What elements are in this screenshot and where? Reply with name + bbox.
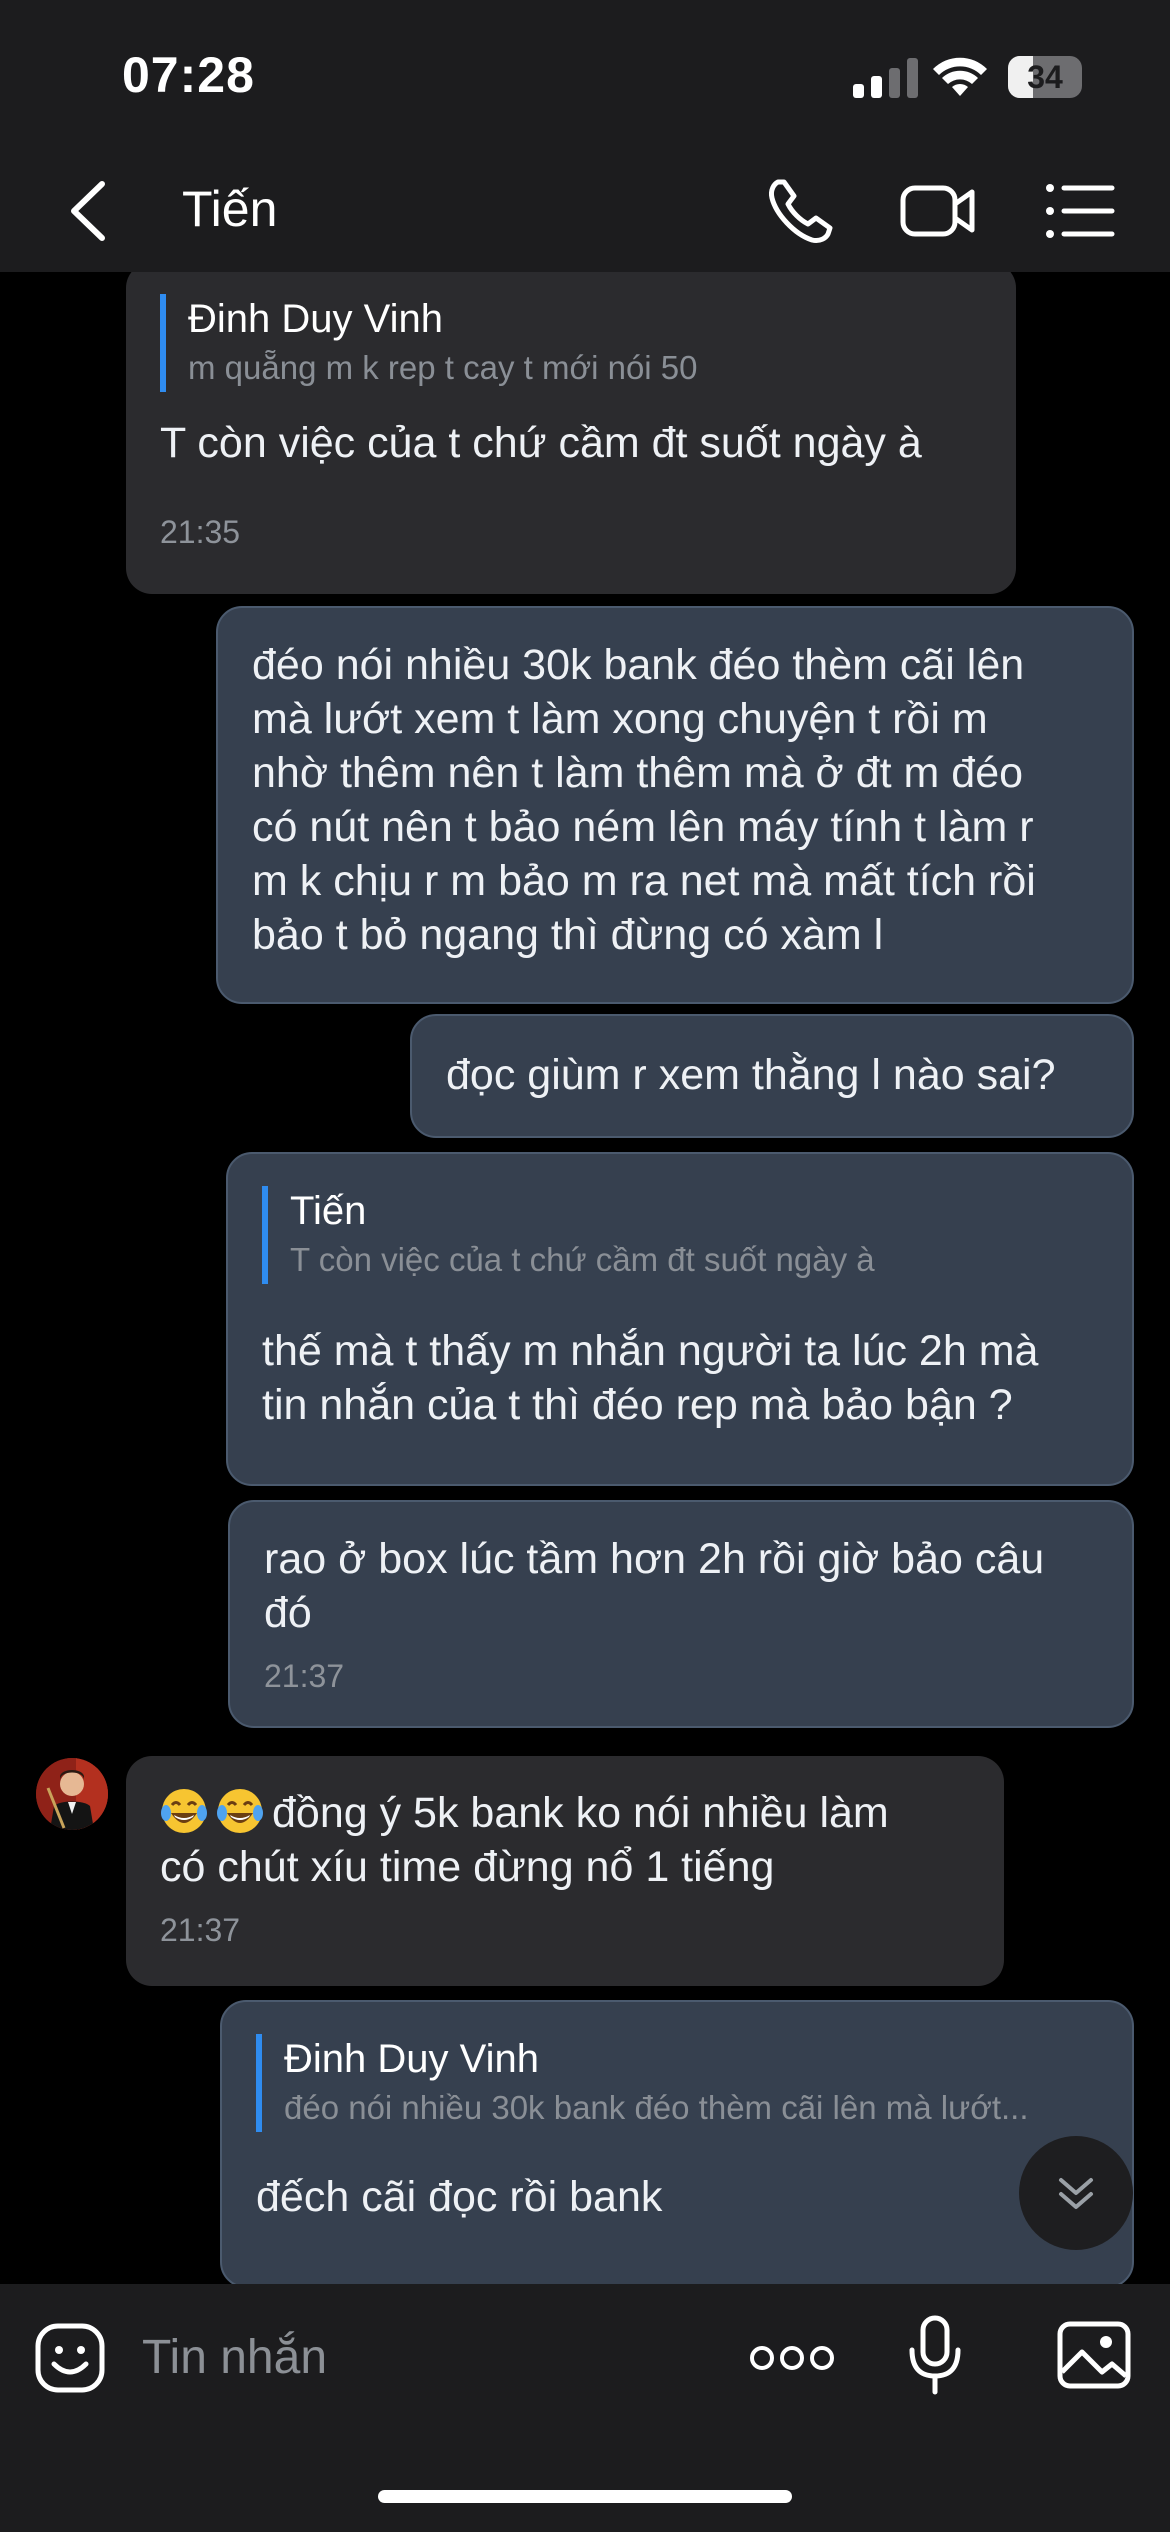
tears-of-joy-emoji-icon (161, 1789, 207, 1833)
microphone-icon[interactable] (906, 2314, 964, 2398)
photo-icon[interactable] (1056, 2320, 1132, 2390)
message-bubble-sent[interactable]: Đinh Duy Vinh đéo nói nhiều 30k bank đéo… (220, 2000, 1134, 2284)
scroll-to-bottom-button[interactable] (1019, 2136, 1133, 2250)
video-camera-icon[interactable] (898, 172, 978, 250)
message-bubble-received[interactable]: đồng ý 5k bank ko nói nhiều làm có chút … (126, 1756, 1004, 1986)
double-chevron-down-icon (1059, 2178, 1093, 2209)
battery-icon: 34 (1008, 56, 1082, 98)
wifi-icon (933, 57, 987, 96)
sticker-face-icon[interactable] (34, 2322, 106, 2394)
message-bubble-sent[interactable]: đọc giùm r xem thằng l nào sai? (410, 1014, 1134, 1138)
chevron-left-icon[interactable] (60, 178, 120, 244)
status-time: 07:28 (122, 47, 255, 103)
message-time: 21:37 (160, 1912, 241, 1948)
chat-title[interactable]: Tiến (182, 180, 277, 238)
quote-text: T còn việc của t chứ cầm đt suốt ngày à (290, 1241, 875, 1278)
message-text: rao ở box lúc tầm hơn 2h rồi giờ bảo câu… (264, 1535, 1045, 1637)
message-text: đọc giùm r xem thằng l nào sai? (446, 1051, 1056, 1099)
quote-text: m quẵng m k rep t cay t mới nói 50 (188, 349, 698, 386)
list-icon[interactable] (1040, 172, 1120, 250)
tears-of-joy-emoji-icon (217, 1789, 263, 1833)
message-text: đếch cãi đọc rồi bank (256, 2173, 663, 2221)
reply-quote[interactable]: Đinh Duy Vinh đéo nói nhiều 30k bank đéo… (256, 2034, 1076, 2132)
home-indicator (378, 2490, 792, 2503)
reply-quote[interactable]: Tiến T còn việc của t chứ cầm đt suốt ng… (262, 1186, 1092, 1284)
message-text: T còn việc của t chứ cầm đt suốt ngày à (160, 419, 922, 467)
message-text: đéo nói nhiều 30k bank đéo thèm cãi lên … (252, 641, 1036, 959)
message-input[interactable]: Tin nhắn (142, 2330, 327, 2385)
phone-icon[interactable] (762, 172, 842, 250)
battery-percent: 34 (1027, 59, 1063, 95)
message-bubble-sent[interactable]: đéo nói nhiều 30k bank đéo thèm cãi lên … (216, 606, 1134, 1004)
message-list[interactable]: Đinh Duy Vinh m quẵng m k rep t cay t mớ… (0, 272, 1170, 2284)
quote-text: đéo nói nhiều 30k bank đéo thèm cãi lên … (284, 2089, 1029, 2126)
chat-header: Tiến (0, 150, 1170, 272)
message-bubble-sent[interactable]: Tiến T còn việc của t chứ cầm đt suốt ng… (226, 1152, 1134, 1486)
message-time: 21:35 (160, 514, 241, 550)
more-dots-icon[interactable] (748, 2340, 836, 2376)
quote-author: Đinh Duy Vinh (284, 2037, 539, 2081)
reply-quote[interactable]: Đinh Duy Vinh m quẵng m k rep t cay t mớ… (160, 294, 980, 392)
message-time: 21:37 (264, 1658, 345, 1694)
quote-author: Đinh Duy Vinh (188, 297, 443, 341)
status-bar: 07:28 34 (0, 0, 1170, 150)
quote-author: Tiến (290, 1189, 367, 1233)
avatar[interactable] (36, 1758, 108, 1830)
message-text: đồng ý 5k bank ko nói nhiều làm có chút … (160, 1789, 889, 1891)
message-bubble-received[interactable]: Đinh Duy Vinh m quẵng m k rep t cay t mớ… (126, 272, 1016, 594)
message-bubble-sent[interactable]: rao ở box lúc tầm hơn 2h rồi giờ bảo câu… (228, 1500, 1134, 1728)
cellular-signal-icon (853, 58, 919, 98)
message-text: thế mà t thấy m nhắn người ta lúc 2h mà … (262, 1327, 1039, 1429)
